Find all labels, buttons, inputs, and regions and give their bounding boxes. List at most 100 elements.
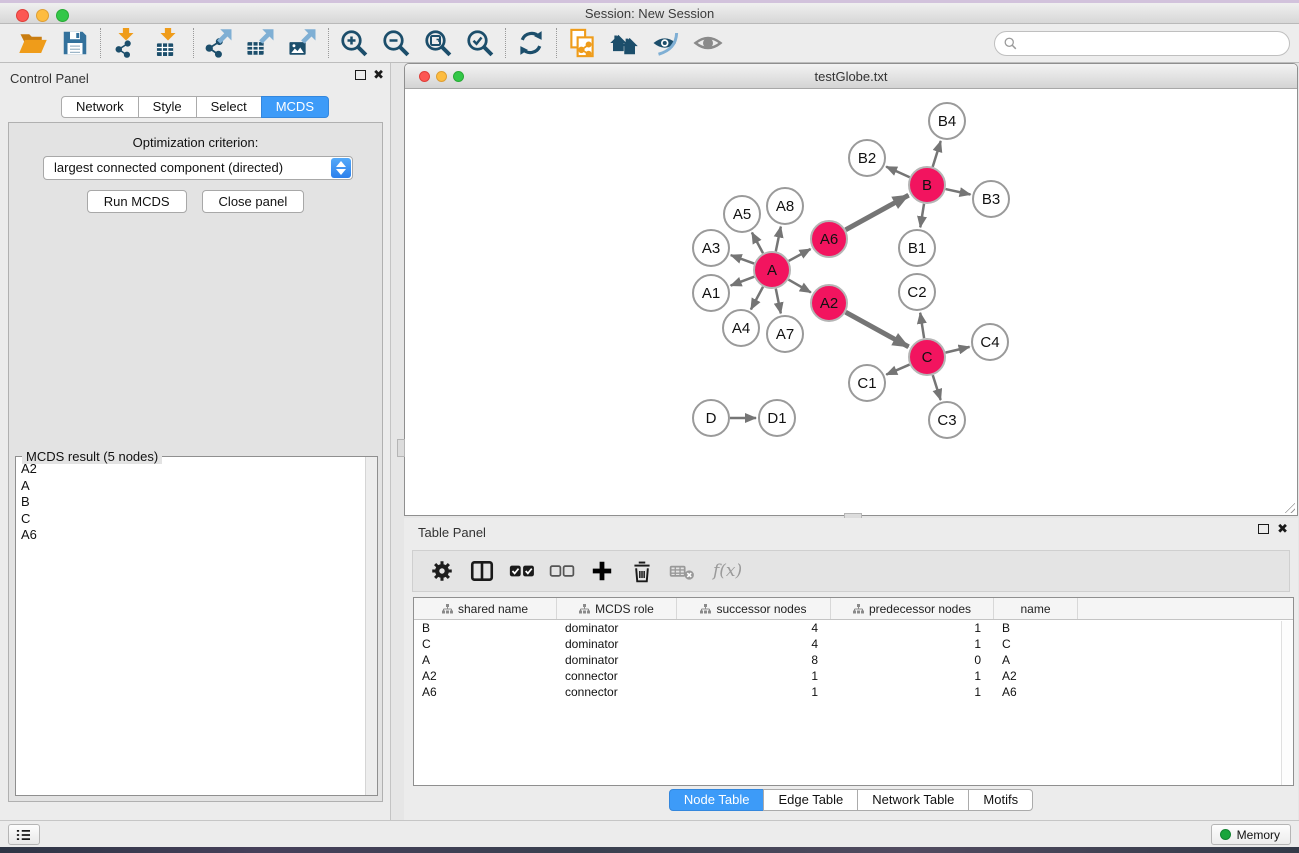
close-panel-icon[interactable]: ✖ xyxy=(1277,524,1288,534)
tab-edge-table[interactable]: Edge Table xyxy=(763,789,858,811)
result-list-item[interactable]: C xyxy=(16,511,365,528)
graph-node-C3[interactable]: C3 xyxy=(929,402,965,438)
delete-row-icon[interactable] xyxy=(629,558,655,584)
edge-C-C2[interactable] xyxy=(920,313,924,338)
deselect-all-icon[interactable] xyxy=(549,558,575,584)
table-cell[interactable]: A xyxy=(414,652,557,668)
table-cell[interactable]: A2 xyxy=(414,668,557,684)
home-icon[interactable] xyxy=(609,28,639,58)
edge-A-A7[interactable] xyxy=(776,289,781,314)
table-cell[interactable]: dominator xyxy=(557,652,677,668)
import-network-icon[interactable] xyxy=(111,28,141,58)
table-cell[interactable]: 4 xyxy=(677,620,831,636)
graph-node-A3[interactable]: A3 xyxy=(693,230,729,266)
table-cell[interactable]: A6 xyxy=(994,684,1078,700)
export-image-icon[interactable] xyxy=(288,28,318,58)
graph-node-A1[interactable]: A1 xyxy=(693,275,729,311)
table-row[interactable]: Cdominator41C xyxy=(414,636,1293,652)
graph-node-A4[interactable]: A4 xyxy=(723,310,759,346)
hide-eye-icon[interactable] xyxy=(651,28,681,58)
table-cell[interactable]: 1 xyxy=(831,684,994,700)
graph-node-A6[interactable]: A6 xyxy=(811,221,847,257)
table-row[interactable]: Adominator80A xyxy=(414,652,1293,668)
result-scrollbar[interactable] xyxy=(365,457,377,795)
export-table-icon[interactable] xyxy=(246,28,276,58)
graph-node-C2[interactable]: C2 xyxy=(899,274,935,310)
zoom-selected-icon[interactable] xyxy=(465,28,495,58)
zoom-out-icon[interactable] xyxy=(381,28,411,58)
zoom-fit-icon[interactable] xyxy=(423,28,453,58)
add-row-icon[interactable] xyxy=(589,558,615,584)
close-panel-icon[interactable]: ✖ xyxy=(373,70,384,80)
tab-network[interactable]: Network xyxy=(61,96,139,118)
edge-A-A1[interactable] xyxy=(731,277,755,286)
edge-C-C4[interactable] xyxy=(945,347,969,353)
criterion-dropdown[interactable]: largest connected component (directed) xyxy=(43,156,353,180)
edge-A-A2[interactable] xyxy=(788,280,810,293)
split-divider-thumb[interactable] xyxy=(397,439,405,457)
edge-C-C3[interactable] xyxy=(933,375,941,400)
task-history-button[interactable] xyxy=(8,824,40,845)
export-network-icon[interactable] xyxy=(204,28,234,58)
graph-node-C4[interactable]: C4 xyxy=(972,324,1008,360)
table-cell[interactable]: A2 xyxy=(994,668,1078,684)
memory-button[interactable]: Memory xyxy=(1211,824,1291,845)
edge-A6-B[interactable] xyxy=(846,195,909,230)
graph-node-D1[interactable]: D1 xyxy=(759,400,795,436)
table-cell[interactable]: 8 xyxy=(677,652,831,668)
tab-network-table[interactable]: Network Table xyxy=(857,789,969,811)
table-cell[interactable]: B xyxy=(414,620,557,636)
graph-node-D[interactable]: D xyxy=(693,400,729,436)
import-table-icon[interactable] xyxy=(153,28,183,58)
network-window-titlebar[interactable]: testGlobe.txt xyxy=(405,64,1297,89)
network-canvas[interactable]: AA1A2A3A4A5A6A7A8BB1B2B3B4CC1C2C3C4DD1 xyxy=(405,89,1297,515)
edge-C-C1[interactable] xyxy=(886,365,909,375)
search-input[interactable] xyxy=(994,31,1290,56)
result-list-item[interactable]: A xyxy=(16,478,365,495)
tab-style[interactable]: Style xyxy=(138,96,197,118)
table-cell[interactable]: connector xyxy=(557,684,677,700)
network-file-icon[interactable] xyxy=(567,28,597,58)
graph-node-B4[interactable]: B4 xyxy=(929,103,965,139)
table-row[interactable]: Bdominator41B xyxy=(414,620,1293,636)
table-cell[interactable]: 0 xyxy=(831,652,994,668)
select-all-icon[interactable] xyxy=(509,558,535,584)
tab-motifs[interactable]: Motifs xyxy=(968,789,1033,811)
result-list-item[interactable]: A2 xyxy=(16,461,365,478)
result-list-item[interactable]: A6 xyxy=(16,527,365,544)
tab-node-table[interactable]: Node Table xyxy=(669,789,765,811)
table-cell[interactable]: dominator xyxy=(557,636,677,652)
table-cell[interactable]: 4 xyxy=(677,636,831,652)
edge-B-B3[interactable] xyxy=(946,189,971,194)
edge-A2-C[interactable] xyxy=(846,312,909,347)
table-cell[interactable]: A xyxy=(994,652,1078,668)
table-cell[interactable]: connector xyxy=(557,668,677,684)
column-header-shared-name[interactable]: shared name xyxy=(414,598,557,619)
open-session-icon[interactable] xyxy=(18,28,48,58)
table-cell[interactable]: C xyxy=(414,636,557,652)
edge-B-B1[interactable] xyxy=(920,204,924,227)
column-header-successor-nodes[interactable]: successor nodes xyxy=(677,598,831,619)
run-mcds-button[interactable]: Run MCDS xyxy=(87,190,187,213)
graph-node-C[interactable]: C xyxy=(909,339,945,375)
table-cell[interactable]: C xyxy=(994,636,1078,652)
graph-node-C1[interactable]: C1 xyxy=(849,365,885,401)
split-view-icon[interactable] xyxy=(469,558,495,584)
refresh-layout-icon[interactable] xyxy=(516,28,546,58)
table-cell[interactable]: dominator xyxy=(557,620,677,636)
table-row[interactable]: A2connector11A2 xyxy=(414,668,1293,684)
table-cell[interactable]: B xyxy=(994,620,1078,636)
table-cell[interactable]: 1 xyxy=(831,668,994,684)
float-panel-icon[interactable] xyxy=(1258,524,1269,534)
float-panel-icon[interactable] xyxy=(355,70,366,80)
column-header-name[interactable]: name xyxy=(994,598,1078,619)
table-cell[interactable]: 1 xyxy=(677,684,831,700)
edge-A-A6[interactable] xyxy=(789,249,811,261)
show-eye-icon[interactable] xyxy=(693,28,723,58)
tab-mcds[interactable]: MCDS xyxy=(261,96,329,118)
result-list-item[interactable]: B xyxy=(16,494,365,511)
graph-node-A5[interactable]: A5 xyxy=(724,196,760,232)
edge-A-A4[interactable] xyxy=(751,287,763,310)
graph-node-B2[interactable]: B2 xyxy=(849,140,885,176)
graph-node-B1[interactable]: B1 xyxy=(899,230,935,266)
